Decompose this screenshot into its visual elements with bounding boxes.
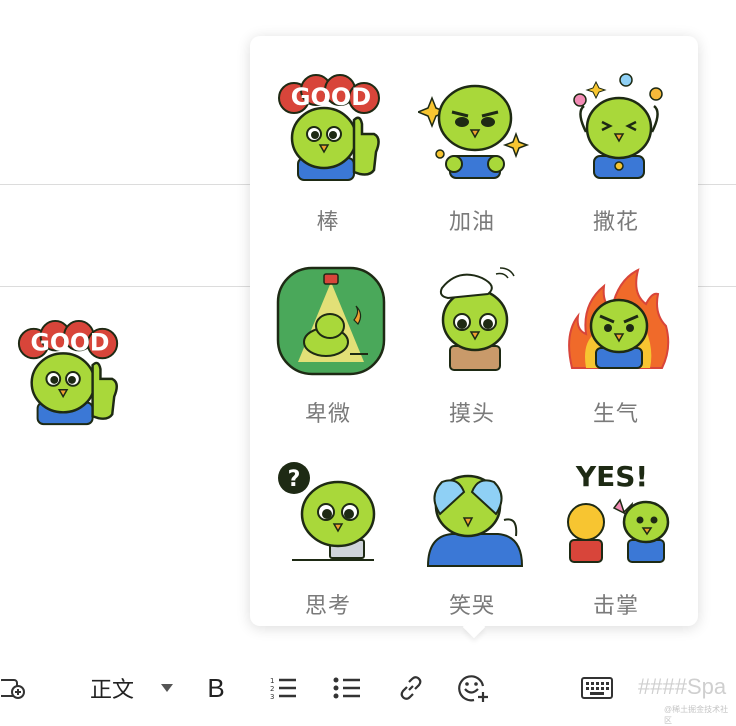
- link-button[interactable]: [394, 660, 428, 716]
- editor-placeholder-text: ####Spa: [638, 674, 727, 699]
- svg-text:2: 2: [270, 685, 274, 693]
- ordered-list-icon: 1 2 3: [270, 677, 296, 700]
- sticker-flowers[interactable]: 撒花: [544, 54, 688, 244]
- sticker-pat-head[interactable]: 摸头: [400, 246, 544, 436]
- sticker-laugh-cry[interactable]: 笑哭: [400, 438, 544, 628]
- sticker-label: 笑哭: [448, 593, 495, 618]
- sticker-label: 思考: [304, 593, 351, 618]
- high-five-icon: YES!: [567, 460, 670, 563]
- sticker-label: 生气: [592, 401, 639, 426]
- sticker-label: 加油: [448, 209, 495, 234]
- keyboard-button[interactable]: [578, 660, 616, 716]
- text-style-label: 正文: [89, 677, 134, 702]
- good-text: GOOD: [291, 83, 371, 111]
- sticker-label: 卑微: [304, 401, 351, 426]
- sticker-humble[interactable]: 卑微: [256, 246, 400, 436]
- humble-icon: [276, 266, 386, 376]
- bold-label: B: [207, 672, 225, 703]
- editor-toolbar: 正文 B 1 2 3: [0, 660, 736, 716]
- flowers-icon: [573, 73, 663, 179]
- sticker-angry[interactable]: 生气: [544, 246, 688, 436]
- watermark: @稀土掘金技术社区: [664, 705, 729, 725]
- sticker-label: 击掌: [592, 593, 639, 618]
- sticker-grid: GOOD 棒 加油 撒花 卑微 摸头 生气 ? 思考 笑哭 YES! 击掌: [250, 36, 698, 626]
- sticker-label: 摸头: [448, 401, 495, 426]
- add-card-icon: [1, 679, 25, 699]
- thumbs-up-good-icon: GOOD: [17, 319, 119, 426]
- sticker-button[interactable]: [454, 660, 492, 716]
- bullet-list-button[interactable]: [330, 660, 364, 716]
- sticker-picker-popup: GOOD 棒 加油 撒花 卑微 摸头 生气 ? 思考 笑哭 YES! 击掌: [250, 36, 698, 639]
- keyboard-icon: [581, 677, 613, 699]
- sticker-thinking[interactable]: ? 思考: [256, 438, 400, 628]
- bullet-list-icon: [333, 677, 360, 699]
- inserted-good-sticker[interactable]: GOOD: [14, 318, 126, 430]
- sticker-high-five[interactable]: YES! 击掌: [544, 438, 688, 628]
- laugh-cry-icon: [426, 474, 524, 567]
- sticker-cheer[interactable]: 加油: [400, 54, 544, 244]
- question-mark-text: ?: [288, 467, 301, 492]
- text-style-dropdown[interactable]: 正文: [84, 660, 180, 716]
- svg-text:1: 1: [270, 677, 274, 685]
- sticker-good[interactable]: GOOD 棒: [256, 54, 400, 244]
- cheer-icon: [418, 84, 530, 179]
- ordered-list-button[interactable]: 1 2 3: [266, 660, 300, 716]
- pat-head-icon: [439, 267, 515, 371]
- svg-text:3: 3: [270, 693, 274, 700]
- link-icon: [400, 676, 422, 700]
- bold-button[interactable]: B: [198, 660, 234, 716]
- thumbs-up-good-icon: GOOD: [278, 74, 380, 181]
- good-text: GOOD: [31, 328, 110, 356]
- insert-card-button[interactable]: [0, 660, 26, 716]
- yes-text: YES!: [575, 460, 648, 493]
- caret-down-icon: [161, 684, 173, 692]
- sticker-label: 撒花: [592, 209, 639, 234]
- angry-icon: [568, 268, 670, 369]
- sticker-label: 棒: [316, 209, 340, 234]
- thinking-icon: ?: [278, 462, 376, 561]
- emoji-add-icon: [458, 675, 488, 702]
